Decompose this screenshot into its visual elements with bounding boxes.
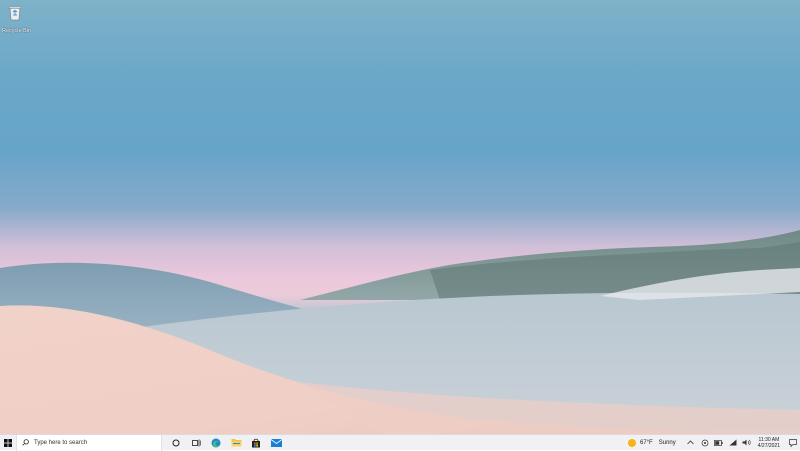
store-button[interactable] bbox=[246, 435, 266, 451]
store-icon bbox=[252, 438, 260, 447]
volume-button[interactable] bbox=[740, 435, 754, 451]
search-placeholder: Type here to search bbox=[34, 439, 88, 446]
wallpaper bbox=[0, 230, 800, 434]
battery-button[interactable] bbox=[712, 435, 726, 451]
pinned-apps bbox=[166, 435, 286, 451]
weather-temp: 67°F bbox=[639, 439, 653, 446]
battery-icon bbox=[714, 439, 723, 446]
desktop: Recycle Bin bbox=[0, 0, 800, 434]
cortana-icon bbox=[172, 439, 180, 446]
recycle-bin-icon bbox=[8, 6, 22, 21]
wifi-icon bbox=[729, 439, 737, 446]
file-explorer-button[interactable] bbox=[226, 435, 246, 451]
show-hidden-icons-button[interactable] bbox=[684, 435, 698, 451]
weather-condition: Sunny bbox=[658, 439, 676, 446]
chevron-up-icon bbox=[687, 440, 695, 445]
system-tray: 67°F Sunny 11:30 AM 4/27/2021 bbox=[627, 435, 800, 451]
desktop-icon-recycle-bin[interactable]: Recycle Bin bbox=[2, 4, 32, 34]
edge-icon bbox=[211, 438, 221, 447]
notification-icon bbox=[789, 438, 797, 447]
taskbar: Type here to search 67°F Sunny 11:30 AM … bbox=[0, 434, 800, 451]
mail-icon bbox=[270, 438, 282, 447]
task-view-button[interactable] bbox=[186, 435, 206, 451]
windows-logo-icon bbox=[4, 438, 12, 447]
weather-widget[interactable]: 67°F Sunny bbox=[627, 438, 676, 447]
sun-icon bbox=[627, 438, 636, 447]
volume-icon bbox=[742, 439, 751, 446]
edge-button[interactable] bbox=[206, 435, 226, 451]
clock-time: 11:30 AM bbox=[758, 436, 780, 443]
start-button[interactable] bbox=[0, 435, 16, 451]
clock-date: 4/27/2021 bbox=[757, 442, 780, 449]
folder-icon bbox=[231, 439, 241, 447]
cortana-button[interactable] bbox=[166, 435, 186, 451]
notification-button[interactable] bbox=[786, 435, 800, 451]
desktop-icon-label: Recycle Bin bbox=[2, 28, 32, 34]
search-box[interactable]: Type here to search bbox=[16, 434, 162, 451]
search-icon bbox=[22, 439, 29, 446]
network-icon bbox=[701, 439, 709, 446]
wifi-button[interactable] bbox=[726, 435, 740, 451]
mail-button[interactable] bbox=[266, 435, 286, 451]
clock[interactable]: 11:30 AM 4/27/2021 bbox=[758, 437, 780, 449]
network-button[interactable] bbox=[698, 435, 712, 451]
task-view-icon bbox=[191, 439, 201, 446]
